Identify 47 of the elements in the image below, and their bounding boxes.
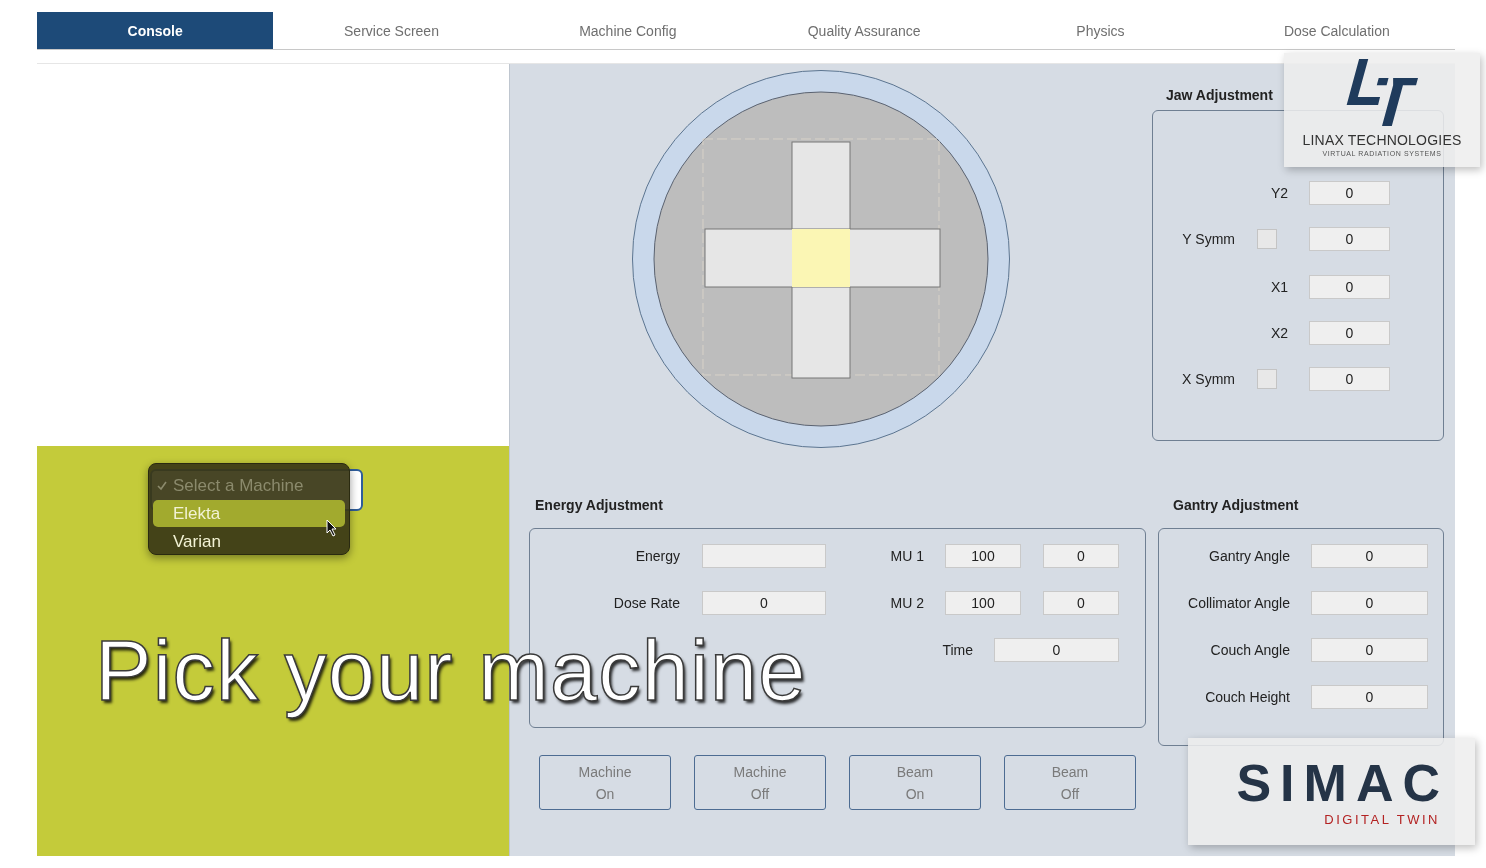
input-field[interactable]: 100 xyxy=(945,591,1021,615)
input-field[interactable] xyxy=(702,544,826,568)
dropdown-option[interactable]: Varian xyxy=(153,528,345,555)
field-label: Y Symm xyxy=(1181,231,1235,247)
logo-tagline: DIGITAL TWIN xyxy=(1324,811,1440,827)
input-field[interactable]: 0 xyxy=(1311,638,1428,662)
logo-mark-icon xyxy=(1346,59,1418,126)
input-field[interactable]: 0 xyxy=(1311,591,1428,615)
input-field[interactable]: 0 xyxy=(702,591,826,615)
checkbox[interactable] xyxy=(1257,369,1277,389)
tab[interactable]: Quality Assurance xyxy=(746,12,983,49)
field-label: Collimator Angle xyxy=(1187,595,1290,611)
input-field[interactable]: 0 xyxy=(1043,591,1119,615)
tab[interactable]: Dose Calculation xyxy=(1218,12,1455,49)
tab[interactable]: Console xyxy=(37,12,274,49)
field-label: Couch Angle xyxy=(1209,642,1290,658)
field-label: Time xyxy=(941,642,973,658)
input-field[interactable]: 0 xyxy=(1309,181,1390,205)
tab[interactable]: Service Screen xyxy=(273,12,510,49)
input-field[interactable]: 0 xyxy=(1311,685,1428,709)
logo-name: LINAX TECHNOLOGIES xyxy=(1302,132,1462,148)
input-field[interactable]: 100 xyxy=(945,544,1021,568)
field-label: Gantry Angle xyxy=(1208,548,1290,564)
logo-name: SIMAC xyxy=(1236,756,1449,809)
field-label: X1 xyxy=(1269,279,1288,295)
input-field[interactable]: 0 xyxy=(994,638,1119,662)
field-label: Energy xyxy=(634,548,680,564)
field-label: X Symm xyxy=(1181,371,1235,387)
tab[interactable]: Machine Config xyxy=(509,12,746,49)
tab[interactable]: Physics xyxy=(982,12,1219,49)
section-title: Jaw Adjustment xyxy=(1166,86,1274,104)
field-label: MU 1 xyxy=(889,548,924,564)
input-field[interactable]: 0 xyxy=(1309,275,1390,299)
input-field[interactable]: 0 xyxy=(1043,544,1119,568)
input-field[interactable]: 0 xyxy=(1311,544,1428,568)
field-label: Dose Rate xyxy=(612,595,680,611)
section-title: Gantry Adjustment xyxy=(1173,496,1300,514)
input-field[interactable]: 0 xyxy=(1309,367,1390,391)
section-title: Energy Adjustment xyxy=(535,496,664,514)
field-label: MU 2 xyxy=(889,595,924,611)
field-label: Y2 xyxy=(1269,185,1288,201)
input-field[interactable]: 0 xyxy=(1309,321,1390,345)
input-field[interactable]: 0 xyxy=(1309,227,1390,251)
field-label: Couch Height xyxy=(1204,689,1290,705)
checkbox[interactable] xyxy=(1257,229,1277,249)
cursor-icon xyxy=(326,519,338,537)
field-label: X2 xyxy=(1269,325,1288,341)
